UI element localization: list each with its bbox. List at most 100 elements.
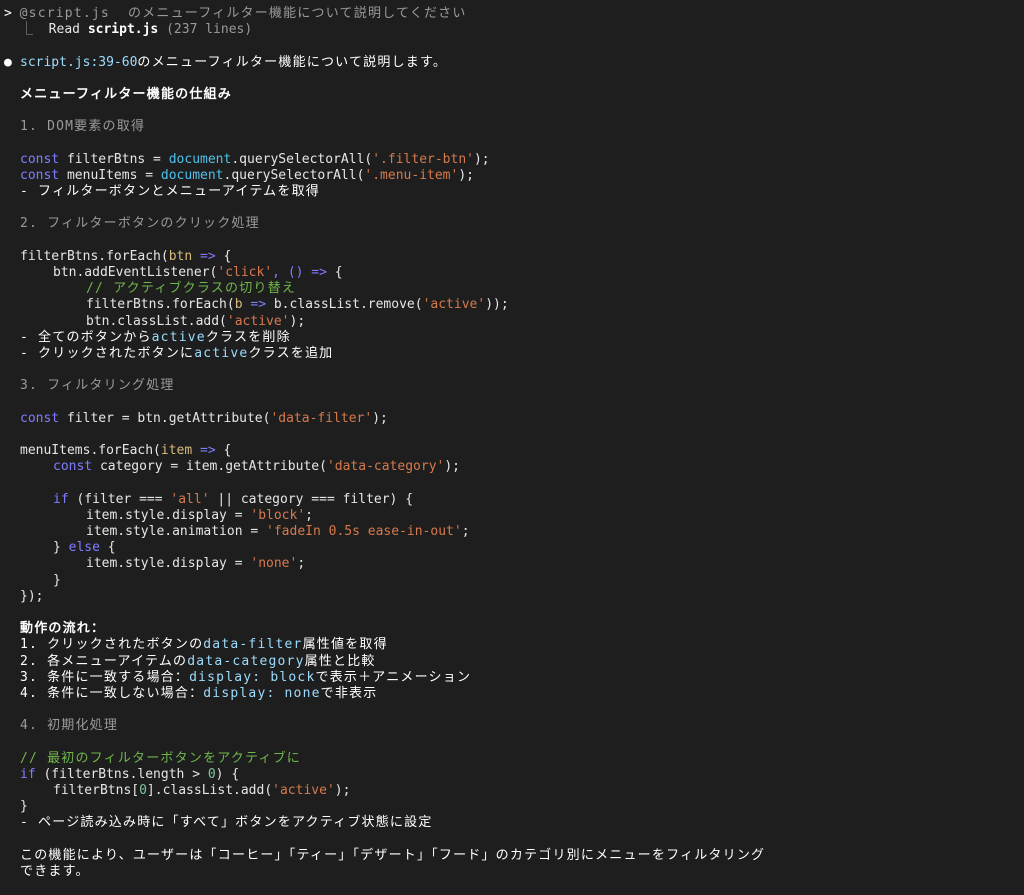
code-object: document [160, 167, 224, 183]
code-line: btn.addEventListener('click', () => { [0, 265, 1024, 281]
code-line: }); [20, 588, 44, 604]
code-param: b [234, 297, 243, 313]
code-string: 'fadeIn 0.5s ease-in-out' [266, 524, 462, 539]
code-text: (filterBtns.length > [35, 766, 208, 782]
code-text: .querySelectorAll( [231, 151, 373, 167]
code-string: 'all' [170, 491, 210, 507]
code-line: } else { [0, 540, 1024, 556]
note-line: - フィルターボタンとメニューアイテムを取得 [20, 184, 320, 200]
code-string: 'data-category' [326, 459, 445, 475]
code-text: )); [485, 297, 509, 313]
code-text: filter = btn.getAttribute( [59, 410, 271, 426]
code-text: ); [444, 459, 461, 475]
code-line: item.style.animation = 'fadeIn 0.5s ease… [0, 524, 1024, 540]
flow-text: 属性と比較 [304, 653, 376, 669]
tool-detail: (237 lines) [166, 22, 253, 38]
note-line: - クリックされたボタンにactiveクラスを追加 [0, 346, 1024, 362]
note-text: クラスを追加 [248, 345, 334, 361]
code-comment: // 最初のフィルターボタンをアクティブに [20, 750, 301, 766]
code-string: 'active' [422, 297, 486, 313]
code-line: const menuItems = document.querySelector… [0, 168, 1024, 184]
inline-code: data-filter [203, 637, 303, 653]
keyword: const [53, 459, 93, 475]
code-line: btn.classList.add('active'); [0, 314, 1024, 330]
keyword: if [20, 766, 36, 782]
arrow: => [192, 443, 216, 459]
prompt-text: @script.js のメニューフィルター機能について説明してください [19, 6, 467, 21]
code-line: } [53, 572, 61, 588]
flow-text: で非表示 [320, 685, 378, 701]
code-line: if (filter === 'all' || category === fil… [0, 492, 1024, 508]
inline-code: data-category [187, 653, 305, 669]
tool-file: script.js [87, 22, 159, 38]
keyword: const [20, 410, 60, 426]
code-object: document [168, 151, 232, 167]
flow-item: 3. 条件に一致する場合：display: blockで表示＋アニメーション [0, 670, 1024, 686]
code-text: ); [473, 151, 490, 167]
code-text: ; [305, 507, 313, 523]
prompt-chevron: > [4, 6, 12, 21]
tool-action: Read [48, 22, 80, 38]
terminal-output: > @script.js のメニューフィルター機能について説明してください ⎿ … [0, 6, 1024, 880]
code-text: ].classList.add( [146, 783, 273, 798]
code-string: 'none' [250, 556, 298, 572]
code-text: item.style.display = [86, 507, 251, 523]
inline-code: display: block [189, 669, 316, 685]
code-string: '.menu-item' [364, 167, 459, 183]
note-line: - 全てのボタンからactiveクラスを削除 [0, 330, 1024, 346]
arrow: , () => [272, 265, 327, 280]
code-text: { [326, 265, 343, 280]
code-text: ); [289, 313, 306, 329]
code-text: ); [334, 783, 351, 798]
code-text: btn.classList.add( [86, 313, 227, 329]
inline-code: display: none [203, 685, 321, 701]
note-text: クラスを削除 [205, 329, 291, 345]
code-text: menuItems = [59, 167, 161, 183]
arrow: => [192, 248, 216, 264]
code-text: ); [458, 167, 474, 183]
arrow: => [242, 297, 267, 313]
code-text: { [215, 248, 232, 264]
note-text: - クリックされたボタンに [20, 345, 195, 361]
code-text: filterBtns.forEach( [86, 297, 235, 313]
code-line: const filterBtns = document.querySelecto… [0, 152, 1024, 168]
code-param: btn [168, 248, 193, 264]
code-number: 0 [139, 783, 147, 798]
flow-item: 1. クリックされたボタンのdata-filter属性値を取得 [0, 637, 1024, 653]
code-line: item.style.display = 'none'; [0, 556, 1024, 572]
intro-text: のメニューフィルター機能について説明します。 [137, 54, 448, 70]
flow-text: 属性値を取得 [302, 637, 388, 653]
code-text: ; [461, 524, 470, 539]
answer-intro: ● script.js:39-60のメニューフィルター機能について説明します。 [0, 55, 1024, 71]
keyword: else [68, 540, 100, 556]
note-line: - ページ読み込み時に「すべて」ボタンをアクティブ状態に設定 [20, 815, 433, 831]
section-heading-2: 2. フィルターボタンのクリック処理 [20, 216, 260, 232]
section-heading-3: 3. フィルタリング処理 [20, 378, 175, 394]
code-text: filterBtns.forEach( [20, 248, 169, 264]
user-prompt: > @script.js のメニューフィルター機能について説明してください [0, 6, 1024, 22]
summary-line: この機能により、ユーザーは「コーヒー」「ティー」「デザート」「フード」のカテゴリ… [20, 847, 766, 863]
tree-branch-icon: ⎿ [20, 22, 34, 38]
flow-text: 4. 条件に一致しない場合： [20, 685, 204, 701]
code-text: || category === filter) { [209, 491, 414, 507]
code-line: } [20, 799, 28, 815]
code-param: item [160, 443, 193, 459]
code-text: (filter === [68, 491, 171, 507]
code-text: ); [372, 410, 388, 426]
file-reference-link[interactable]: script.js:39-60 [20, 55, 137, 70]
answer-heading: メニューフィルター機能の仕組み [0, 87, 1024, 103]
code-text: ) { [215, 766, 240, 782]
code-text: item.style.animation = [86, 524, 267, 539]
code-line: filterBtns.forEach(btn => { [0, 249, 1024, 265]
code-text: btn.addEventListener( [53, 265, 218, 280]
section-heading-1: 1. DOM要素の取得 [20, 119, 146, 135]
flow-text: 3. 条件に一致する場合： [20, 669, 190, 685]
code-number: 0 [207, 766, 216, 782]
tool-call-read: ⎿ Read script.js (237 lines) [0, 22, 1024, 38]
flow-item: 2. 各メニューアイテムのdata-category属性と比較 [0, 654, 1024, 670]
code-line: const filter = btn.getAttribute('data-fi… [0, 411, 1024, 427]
bullet-icon: ● [4, 54, 12, 70]
code-string: '.filter-btn' [372, 151, 474, 167]
inline-code: active [194, 345, 249, 361]
code-text: ; [297, 556, 306, 572]
